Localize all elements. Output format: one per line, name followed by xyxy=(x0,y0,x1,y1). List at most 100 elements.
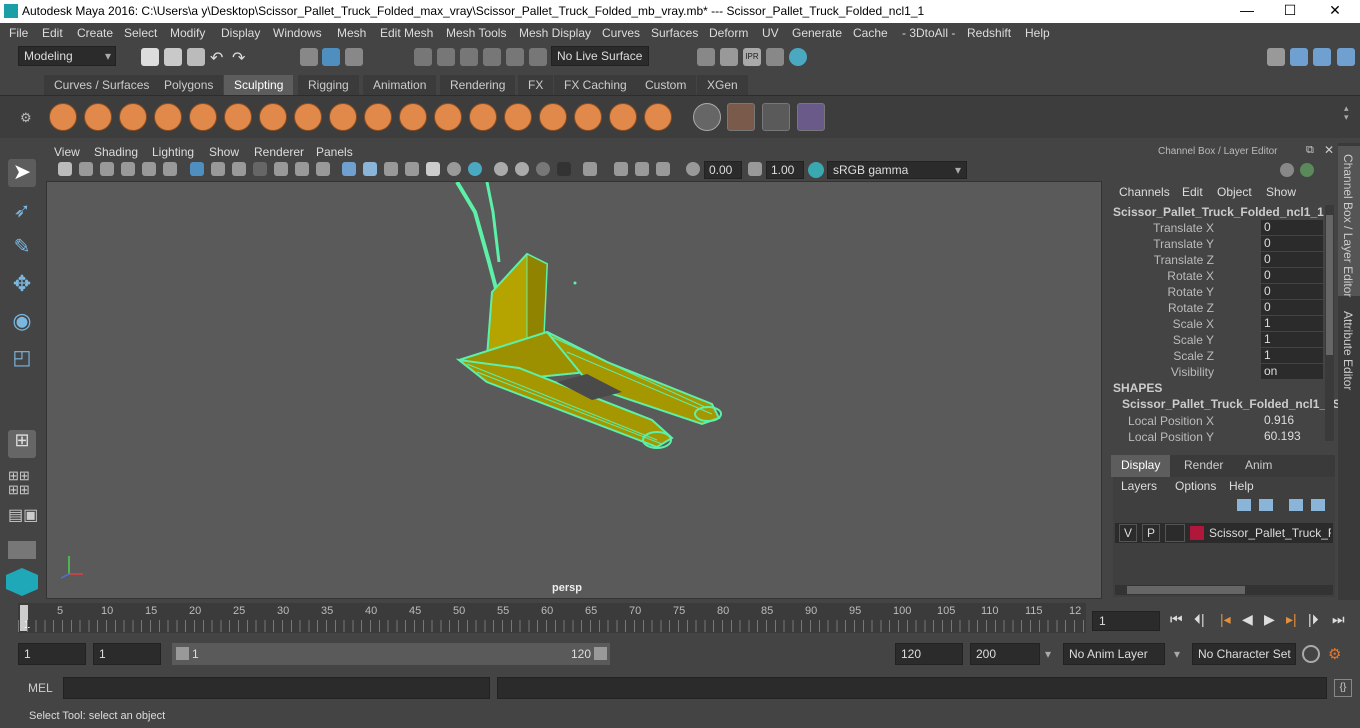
spray-tool-icon[interactable] xyxy=(294,103,322,131)
menu-surfaces[interactable]: Surfaces xyxy=(651,26,698,40)
four-view-layout-icon[interactable]: ⊞⊞ ⊞⊞ xyxy=(8,469,36,497)
anti-aliasing-icon[interactable] xyxy=(536,162,550,176)
save-scene-icon[interactable] xyxy=(187,48,205,66)
checker-icon[interactable] xyxy=(426,162,440,176)
shelf-tab-fx-caching[interactable]: FX Caching xyxy=(554,75,637,95)
menu-create[interactable]: Create xyxy=(77,26,113,40)
grab-tool-icon[interactable] xyxy=(154,103,182,131)
render-view-icon[interactable] xyxy=(766,48,784,66)
range-slider[interactable]: 1 120 xyxy=(172,643,610,665)
textured-icon[interactable] xyxy=(405,162,419,176)
channel-value-rotate-x[interactable]: 0 xyxy=(1261,268,1323,283)
wireframe-icon[interactable] xyxy=(342,162,356,176)
shelf-tab-rendering[interactable]: Rendering xyxy=(440,75,516,95)
scale-tool-icon[interactable]: ◰ xyxy=(8,345,36,373)
xray-joints-icon[interactable] xyxy=(635,162,649,176)
workspace-icon[interactable] xyxy=(1267,48,1285,66)
menu-display[interactable]: Display xyxy=(221,26,260,40)
shape-value-local-position-y[interactable]: 60.193 xyxy=(1261,429,1323,444)
channel-value-scale-x[interactable]: 1 xyxy=(1261,316,1323,331)
move-tool-icon[interactable]: ✥ xyxy=(8,271,36,299)
smooth-tool-icon[interactable] xyxy=(84,103,112,131)
close-panel-icon[interactable]: ✕ xyxy=(1324,143,1334,157)
gate-mask-icon[interactable] xyxy=(253,162,267,176)
paint-select-tool-icon[interactable]: ✎ xyxy=(8,234,36,262)
key-selected-icon[interactable] xyxy=(1280,163,1294,177)
step-forward-icon[interactable]: |⏵ xyxy=(1308,611,1319,628)
channel-label-scale-z[interactable]: Scale Z xyxy=(1173,349,1214,363)
shelf-tab-sculpting[interactable]: Sculpting xyxy=(224,75,294,95)
auto-key-icon[interactable] xyxy=(1302,645,1320,663)
range-end-handle[interactable] xyxy=(594,647,607,660)
exposure-icon[interactable] xyxy=(686,162,700,176)
select-by-hierarchy-icon[interactable] xyxy=(300,48,318,66)
rotate-tool-icon[interactable]: ◉ xyxy=(8,308,36,336)
channel-value-translate-x[interactable]: 0 xyxy=(1261,220,1323,235)
menu-curves[interactable]: Curves xyxy=(602,26,640,40)
exposure-field[interactable]: 0.00 xyxy=(704,161,742,179)
command-input[interactable] xyxy=(63,677,490,699)
layout-shortcut-icon[interactable] xyxy=(8,541,36,559)
side-tab-channel-box[interactable]: Channel Box / Layer Editor xyxy=(1338,146,1360,297)
object-name[interactable]: Scissor_Pallet_Truck_Folded_ncl1_1 xyxy=(1113,205,1324,219)
outliner-layout-icon[interactable]: ▤▣ xyxy=(8,505,38,533)
animation-preferences-icon[interactable]: ⚙ xyxy=(1328,645,1348,663)
layer-color-swatch[interactable] xyxy=(1190,526,1204,540)
shelf-scroll-icon[interactable]: ▴ ▾ xyxy=(1344,104,1350,132)
current-frame-field[interactable]: 1 xyxy=(1092,611,1160,631)
xray-components-icon[interactable] xyxy=(656,162,670,176)
channel-label-visibility[interactable]: Visibility xyxy=(1171,365,1214,379)
2d-pan-zoom-icon[interactable] xyxy=(142,162,156,176)
layer-tab-render[interactable]: Render xyxy=(1174,455,1233,477)
gamma-icon[interactable] xyxy=(748,162,762,176)
panel-menu-show[interactable]: Show xyxy=(209,145,239,159)
shelf-tab-custom[interactable]: Custom xyxy=(635,75,697,95)
animation-start-field[interactable]: 1 xyxy=(18,643,86,665)
menu-help[interactable]: Help xyxy=(1025,26,1050,40)
time-slider[interactable]: 1 51015202530354045505560657075808590951… xyxy=(18,603,1086,633)
menu-select[interactable]: Select xyxy=(124,26,157,40)
screen-space-ao-icon[interactable] xyxy=(494,162,508,176)
freeze-tool-icon[interactable] xyxy=(644,103,672,131)
sculpt-mask-icon[interactable] xyxy=(762,103,790,131)
shelf-tab-polygons[interactable]: Polygons xyxy=(154,75,224,95)
grease-pencil-icon[interactable] xyxy=(163,162,177,176)
layer-visibility-toggle[interactable]: V xyxy=(1119,524,1137,542)
convert-to-frozen-icon[interactable] xyxy=(693,103,721,131)
snap-view-plane-icon[interactable] xyxy=(483,48,501,66)
menu-file[interactable]: File xyxy=(9,26,28,40)
amplify-tool-icon[interactable] xyxy=(609,103,637,131)
resolution-gate-icon[interactable] xyxy=(232,162,246,176)
pinch-tool-icon[interactable] xyxy=(189,103,217,131)
ipr-render-icon[interactable]: IPR xyxy=(743,48,761,66)
menu-edit-mesh[interactable]: Edit Mesh xyxy=(380,26,433,40)
anim-layer-dropdown[interactable]: No Anim Layer xyxy=(1063,643,1165,665)
color-management-icon[interactable] xyxy=(808,162,824,178)
channel-label-scale-y[interactable]: Scale Y xyxy=(1173,333,1214,347)
menu-cache[interactable]: Cache xyxy=(853,26,888,40)
channel-value-translate-y[interactable]: 0 xyxy=(1261,236,1323,251)
play-backwards-icon[interactable]: ◀ xyxy=(1242,611,1253,628)
channels-menu-channels[interactable]: Channels xyxy=(1119,185,1170,199)
step-forward-key-icon[interactable]: ▸| xyxy=(1286,611,1297,628)
layer-name[interactable]: Scissor_Pallet_Truck_Fold xyxy=(1209,526,1331,540)
menu-3dtoall[interactable]: - 3DtoAll - xyxy=(902,26,955,40)
repeat-tool-icon[interactable] xyxy=(329,103,357,131)
panel-menu-lighting[interactable]: Lighting xyxy=(152,145,194,159)
snap-point-icon[interactable] xyxy=(460,48,478,66)
layer-row[interactable]: V P Scissor_Pallet_Truck_Fold xyxy=(1115,523,1333,543)
shelf-settings-gear-icon[interactable]: ⚙ xyxy=(20,110,32,126)
playback-end-field[interactable]: 120 xyxy=(895,643,963,665)
layer-hscrollbar[interactable] xyxy=(1115,585,1333,595)
layers-menu-layers[interactable]: Layers xyxy=(1121,479,1157,493)
channels-menu-object[interactable]: Object xyxy=(1217,185,1252,199)
lock-selected-icon[interactable] xyxy=(1300,163,1314,177)
mel-label[interactable]: MEL xyxy=(28,681,53,695)
panel-menu-shading[interactable]: Shading xyxy=(94,145,138,159)
select-by-component-icon[interactable] xyxy=(345,48,363,66)
channel-value-rotate-y[interactable]: 0 xyxy=(1261,284,1323,299)
script-editor-icon[interactable]: {} xyxy=(1334,679,1352,697)
menu-deform[interactable]: Deform xyxy=(709,26,748,40)
channel-label-scale-x[interactable]: Scale X xyxy=(1173,317,1214,331)
float-panel-icon[interactable]: ⧉ xyxy=(1306,144,1314,157)
